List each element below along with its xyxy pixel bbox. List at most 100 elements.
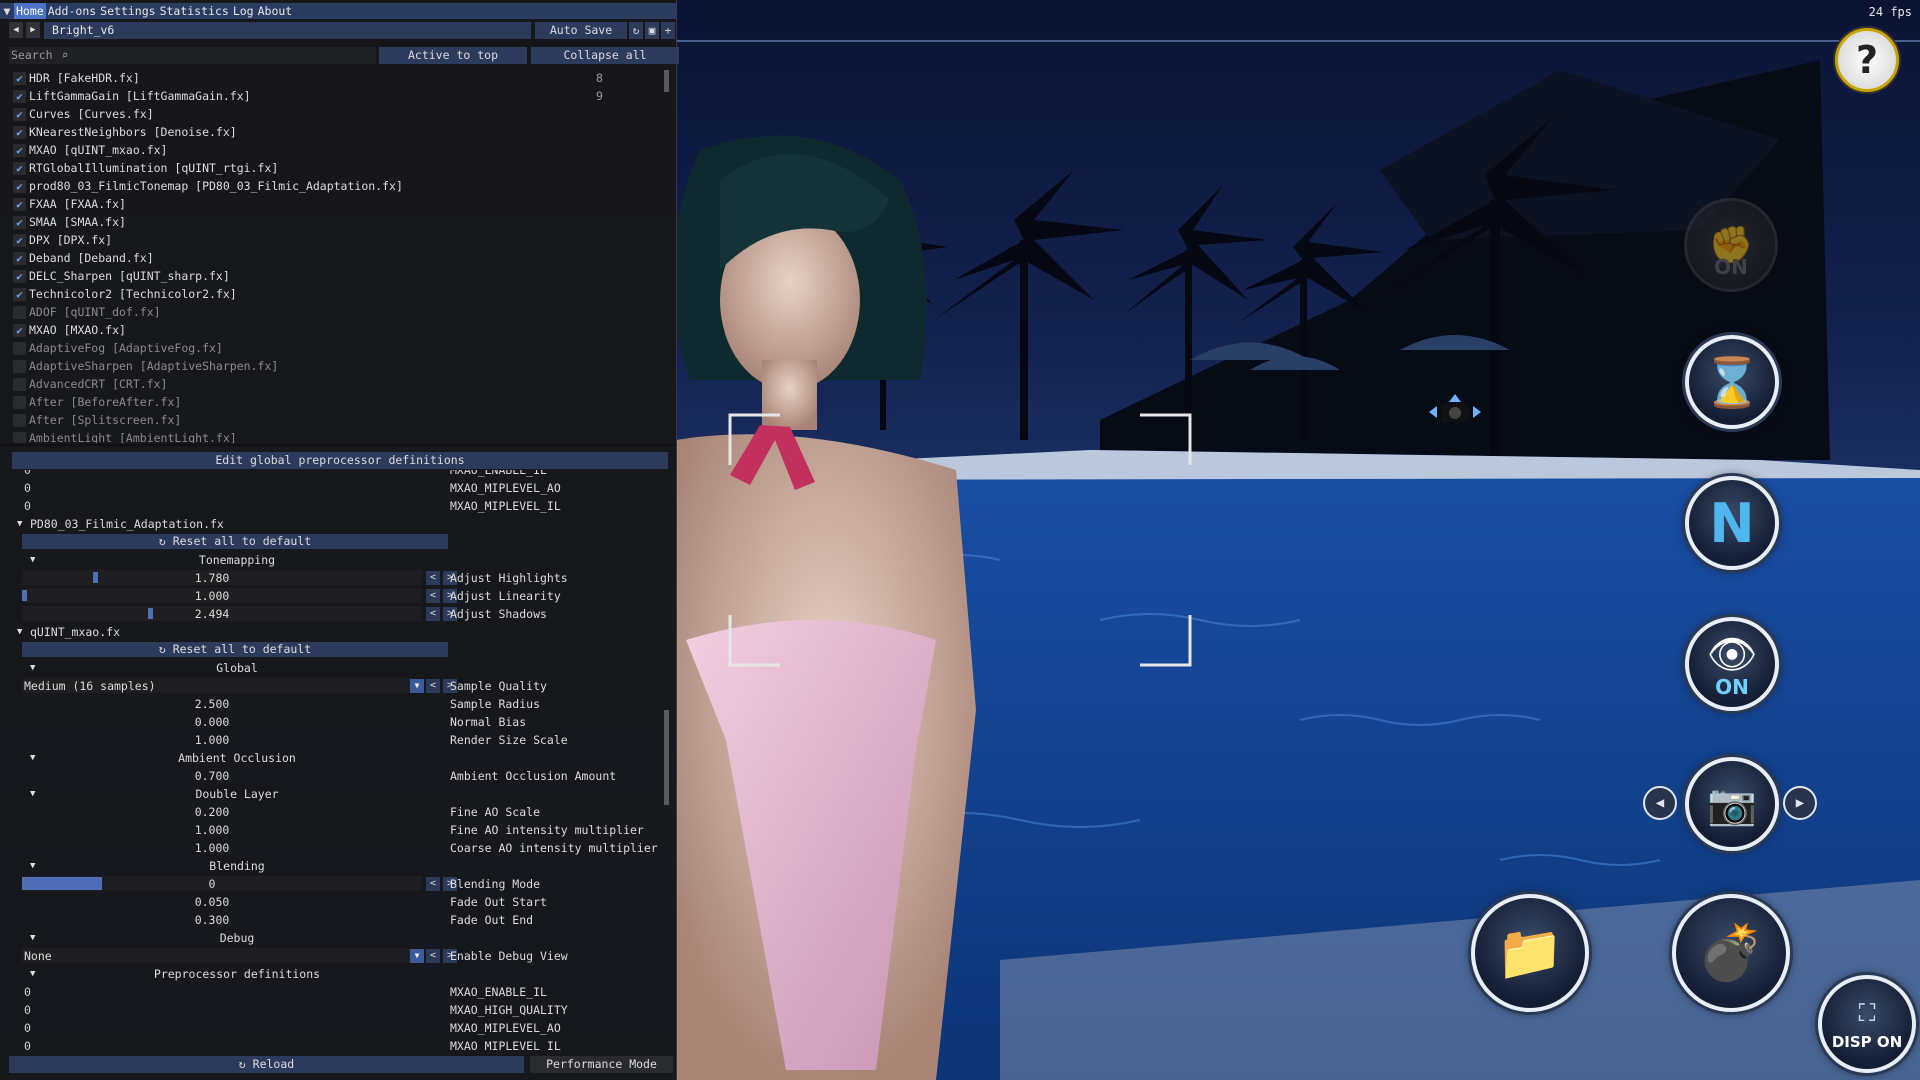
effect-item[interactable]: AdaptiveSharpen [AdaptiveSharpen.fx]	[9, 358, 649, 375]
effect-checkbox[interactable]: ✔	[13, 198, 26, 211]
effect-item[interactable]: ✔ LiftGammaGain [LiftGammaGain.fx] 9	[9, 88, 649, 105]
normal-mode-button[interactable]: N	[1685, 476, 1779, 570]
effect-checkbox[interactable]	[13, 432, 26, 443]
collapse-all-button[interactable]: Collapse all	[531, 47, 679, 64]
effect-checkbox[interactable]: ✔	[13, 216, 26, 229]
blending-section[interactable]: ▼ Blending	[12, 858, 662, 874]
definition-value[interactable]: 0	[24, 984, 31, 1000]
reload-button[interactable]: ↻ Reload	[9, 1056, 524, 1073]
auto-save-button[interactable]: Auto Save	[535, 22, 627, 39]
global-section[interactable]: ▼ Global	[12, 660, 662, 676]
display-toggle-button[interactable]: ⛶ DISP ON	[1818, 975, 1916, 1073]
effect-item[interactable]: AmbientLight [AmbientLight.fx]	[9, 430, 649, 443]
eye-toggle-button[interactable]: 👁 ON	[1685, 617, 1779, 711]
effect-checkbox[interactable]	[13, 306, 26, 319]
variable-editor-scrollbar[interactable]	[664, 710, 669, 805]
timer-button[interactable]: ⌛	[1685, 335, 1779, 429]
folder-button[interactable]: 📁	[1471, 894, 1589, 1012]
double-layer-section[interactable]: ▼ Double Layer	[12, 786, 662, 802]
menu-log[interactable]: Log	[231, 3, 256, 19]
decrement-button[interactable]: <	[426, 679, 440, 693]
quint-mxao-section[interactable]: ▼ qUINT_mxao.fx	[12, 624, 662, 640]
help-button[interactable]: ?	[1835, 28, 1899, 92]
add-preset-button[interactable]: +	[661, 22, 675, 39]
effect-item[interactable]: ✔ DELC_Sharpen [qUINT_sharp.fx]	[9, 268, 649, 285]
effect-item[interactable]: ✔ Technicolor2 [Technicolor2.fx]	[9, 286, 649, 303]
effect-checkbox[interactable]	[13, 378, 26, 391]
decrement-button[interactable]: <	[426, 571, 440, 585]
effect-checkbox[interactable]	[13, 414, 26, 427]
search-input[interactable]: Search ⌕	[9, 47, 376, 64]
performance-mode-button[interactable]: Performance Mode	[530, 1056, 673, 1073]
effect-item[interactable]: ✔ Deband [Deband.fx]	[9, 250, 649, 267]
save-preset-button[interactable]: ▣	[645, 22, 659, 39]
decrement-button[interactable]: <	[426, 949, 440, 963]
effect-item[interactable]: ✔ HDR [FakeHDR.fx] 8	[9, 70, 649, 87]
effect-item[interactable]: ✔ KNearestNeighbors [Denoise.fx]	[9, 124, 649, 141]
debug-section[interactable]: ▼ Debug	[12, 930, 662, 946]
active-to-top-button[interactable]: Active to top	[379, 47, 527, 64]
effect-checkbox[interactable]: ✔	[13, 270, 26, 283]
preprocessor-section[interactable]: ▼ Preprocessor definitions	[12, 966, 662, 982]
effect-item[interactable]: ✔ RTGlobalIllumination [qUINT_rtgi.fx]	[9, 160, 649, 177]
effect-checkbox[interactable]: ✔	[13, 144, 26, 157]
bomb-button[interactable]: 💣	[1672, 894, 1790, 1012]
hand-pointer-button[interactable]: ✊ ON	[1684, 198, 1778, 292]
ambient-occlusion-section[interactable]: ▼ Ambient Occlusion	[12, 750, 662, 766]
expand-triangle-icon[interactable]: ▼	[17, 516, 22, 532]
effect-checkbox[interactable]: ✔	[13, 162, 26, 175]
effect-item[interactable]: After [BeforeAfter.fx]	[9, 394, 649, 411]
menu-settings[interactable]: Settings	[98, 3, 157, 19]
decrement-button[interactable]: <	[426, 877, 440, 891]
effect-item[interactable]: ✔ DPX [DPX.fx]	[9, 232, 649, 249]
effect-checkbox[interactable]: ✔	[13, 288, 26, 301]
pd80-section[interactable]: ▼ PD80_03_Filmic_Adaptation.fx	[12, 516, 662, 532]
definition-value[interactable]: 0	[24, 498, 31, 514]
camera-next-button[interactable]: ▶	[1783, 786, 1817, 820]
effect-item[interactable]: ✔ MXAO [MXAO.fx]	[9, 322, 649, 339]
expand-triangle-icon[interactable]: ▼	[17, 624, 22, 640]
effect-checkbox[interactable]: ✔	[13, 324, 26, 337]
chevron-down-icon[interactable]: ▼	[410, 679, 424, 693]
debug-view-combo[interactable]: None	[22, 948, 412, 963]
tonemapping-section[interactable]: ▼ Tonemapping	[12, 552, 662, 568]
effect-item[interactable]: AdvancedCRT [CRT.fx]	[9, 376, 649, 393]
effect-item[interactable]: ✔ Curves [Curves.fx]	[9, 106, 649, 123]
effect-checkbox[interactable]: ✔	[13, 180, 26, 193]
effect-checkbox[interactable]: ✔	[13, 108, 26, 121]
reload-preset-button[interactable]: ↻	[629, 22, 643, 39]
effect-checkbox[interactable]	[13, 342, 26, 355]
menu-statistics[interactable]: Statistics	[158, 3, 231, 19]
effect-checkbox[interactable]: ✔	[13, 126, 26, 139]
effect-item[interactable]: ✔ prod80_03_FilmicTonemap [PD80_03_Filmic…	[9, 178, 649, 195]
definition-value[interactable]: 0	[24, 470, 31, 478]
effect-item[interactable]: ✔ FXAA [FXAA.fx]	[9, 196, 649, 213]
effect-checkbox[interactable]: ✔	[13, 252, 26, 265]
sample-quality-combo[interactable]: Medium (16 samples)	[22, 678, 412, 693]
camera-button[interactable]: 📷	[1685, 757, 1779, 851]
chevron-down-icon[interactable]: ▼	[410, 949, 424, 963]
panel-divider[interactable]	[0, 444, 676, 446]
definition-value[interactable]: 0	[24, 1038, 31, 1052]
definition-value[interactable]: 0	[24, 1020, 31, 1036]
collapse-triangle-icon[interactable]: ▼	[0, 3, 14, 19]
prev-preset-button[interactable]: ◀	[9, 22, 23, 38]
effect-checkbox[interactable]	[13, 360, 26, 373]
effect-checkbox[interactable]	[13, 396, 26, 409]
effect-item[interactable]: After [Splitscreen.fx]	[9, 412, 649, 429]
decrement-button[interactable]: <	[426, 589, 440, 603]
menu-about[interactable]: About	[256, 3, 295, 19]
effect-checkbox[interactable]: ✔	[13, 90, 26, 103]
effect-checkbox[interactable]: ✔	[13, 234, 26, 247]
effect-item[interactable]: ✔ MXAO [qUINT_mxao.fx]	[9, 142, 649, 159]
effect-item[interactable]: AdaptiveFog [AdaptiveFog.fx]	[9, 340, 649, 357]
definition-value[interactable]: 0	[24, 1002, 31, 1018]
effect-checkbox[interactable]: ✔	[13, 72, 26, 85]
definition-value[interactable]: 0	[24, 480, 31, 496]
effect-item[interactable]: ✔ SMAA [SMAA.fx]	[9, 214, 649, 231]
reset-all-button[interactable]: ↻ Reset all to default	[22, 534, 448, 549]
edit-global-preprocessor-button[interactable]: Edit global preprocessor definitions	[12, 452, 668, 469]
effect-list-scrollbar[interactable]	[664, 70, 669, 92]
next-preset-button[interactable]: ▶	[26, 22, 40, 38]
menu-home[interactable]: Home	[14, 3, 46, 19]
